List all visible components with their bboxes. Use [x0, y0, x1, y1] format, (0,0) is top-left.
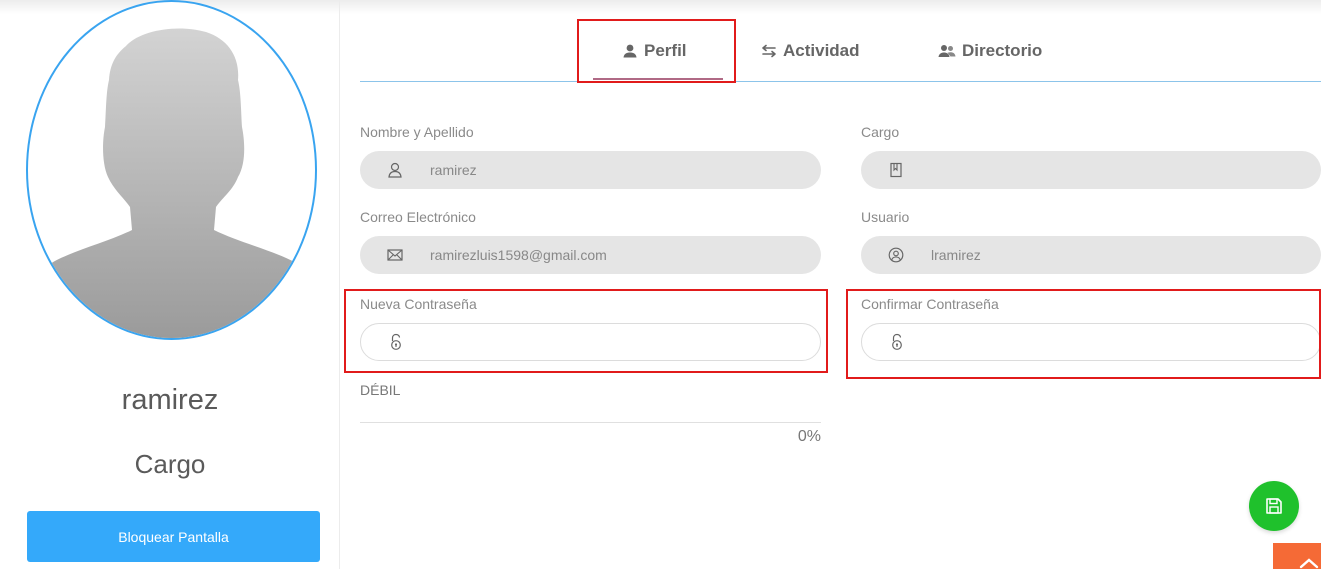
profile-sidebar: ramirez Cargo Bloquear Pantalla: [0, 0, 340, 569]
cargo-label: Cargo: [861, 124, 900, 140]
unlock-icon: [887, 332, 907, 352]
floppy-disk-icon: [1266, 498, 1282, 514]
usuario-label: Usuario: [861, 209, 910, 225]
envelope-icon: [385, 245, 405, 265]
active-tab-indicator: [593, 78, 723, 80]
confirm-password-field[interactable]: [861, 323, 1321, 361]
lock-screen-button[interactable]: Bloquear Pantalla: [27, 511, 320, 562]
scroll-to-top-button[interactable]: [1273, 543, 1321, 569]
usuario-field[interactable]: lramirez: [861, 236, 1321, 274]
book-icon: [886, 160, 906, 180]
swap-arrows-icon: [762, 44, 776, 58]
tab-perfil-label: Perfil: [644, 41, 687, 60]
email-label: Correo Electrónico: [360, 209, 476, 225]
name-value: ramirez: [430, 162, 477, 178]
user-circle-icon: [886, 245, 906, 265]
profile-name: ramirez: [121, 384, 219, 416]
confirm-password-label: Confirmar Contraseña: [861, 296, 999, 312]
tabs-divider: [360, 81, 1321, 82]
new-password-field[interactable]: [360, 323, 821, 361]
user-outline-icon: [385, 160, 405, 180]
name-label: Nombre y Apellido: [360, 124, 474, 140]
tab-directorio-label: Directorio: [962, 41, 1043, 60]
tab-actividad[interactable]: Actividad: [761, 38, 860, 64]
tab-perfil[interactable]: Perfil: [622, 38, 687, 64]
new-password-input[interactable]: [426, 334, 806, 350]
password-strength-track: [360, 422, 821, 423]
password-strength-percent: 0%: [797, 428, 821, 445]
confirm-password-input[interactable]: [927, 334, 1307, 350]
usuario-value: lramirez: [931, 247, 981, 263]
password-strength-label: DÉBIL: [360, 382, 401, 398]
person-icon: [623, 44, 637, 58]
email-field[interactable]: ramirezluis1598@gmail.com: [360, 236, 821, 274]
new-password-label: Nueva Contraseña: [360, 296, 477, 312]
name-field[interactable]: ramirez: [360, 151, 821, 189]
tab-actividad-label: Actividad: [783, 41, 860, 60]
column-divider: [339, 0, 340, 569]
chevron-up-icon: [1299, 558, 1319, 569]
avatar: [26, 0, 317, 340]
cargo-field[interactable]: [861, 151, 1321, 189]
unlock-icon: [386, 332, 406, 352]
profile-role: Cargo: [134, 449, 206, 479]
email-value: ramirezluis1598@gmail.com: [430, 247, 607, 263]
default-user-silhouette-icon: [28, 28, 315, 338]
people-icon: [938, 45, 956, 57]
tab-directorio[interactable]: Directorio: [938, 38, 1042, 64]
save-button[interactable]: [1249, 481, 1299, 531]
